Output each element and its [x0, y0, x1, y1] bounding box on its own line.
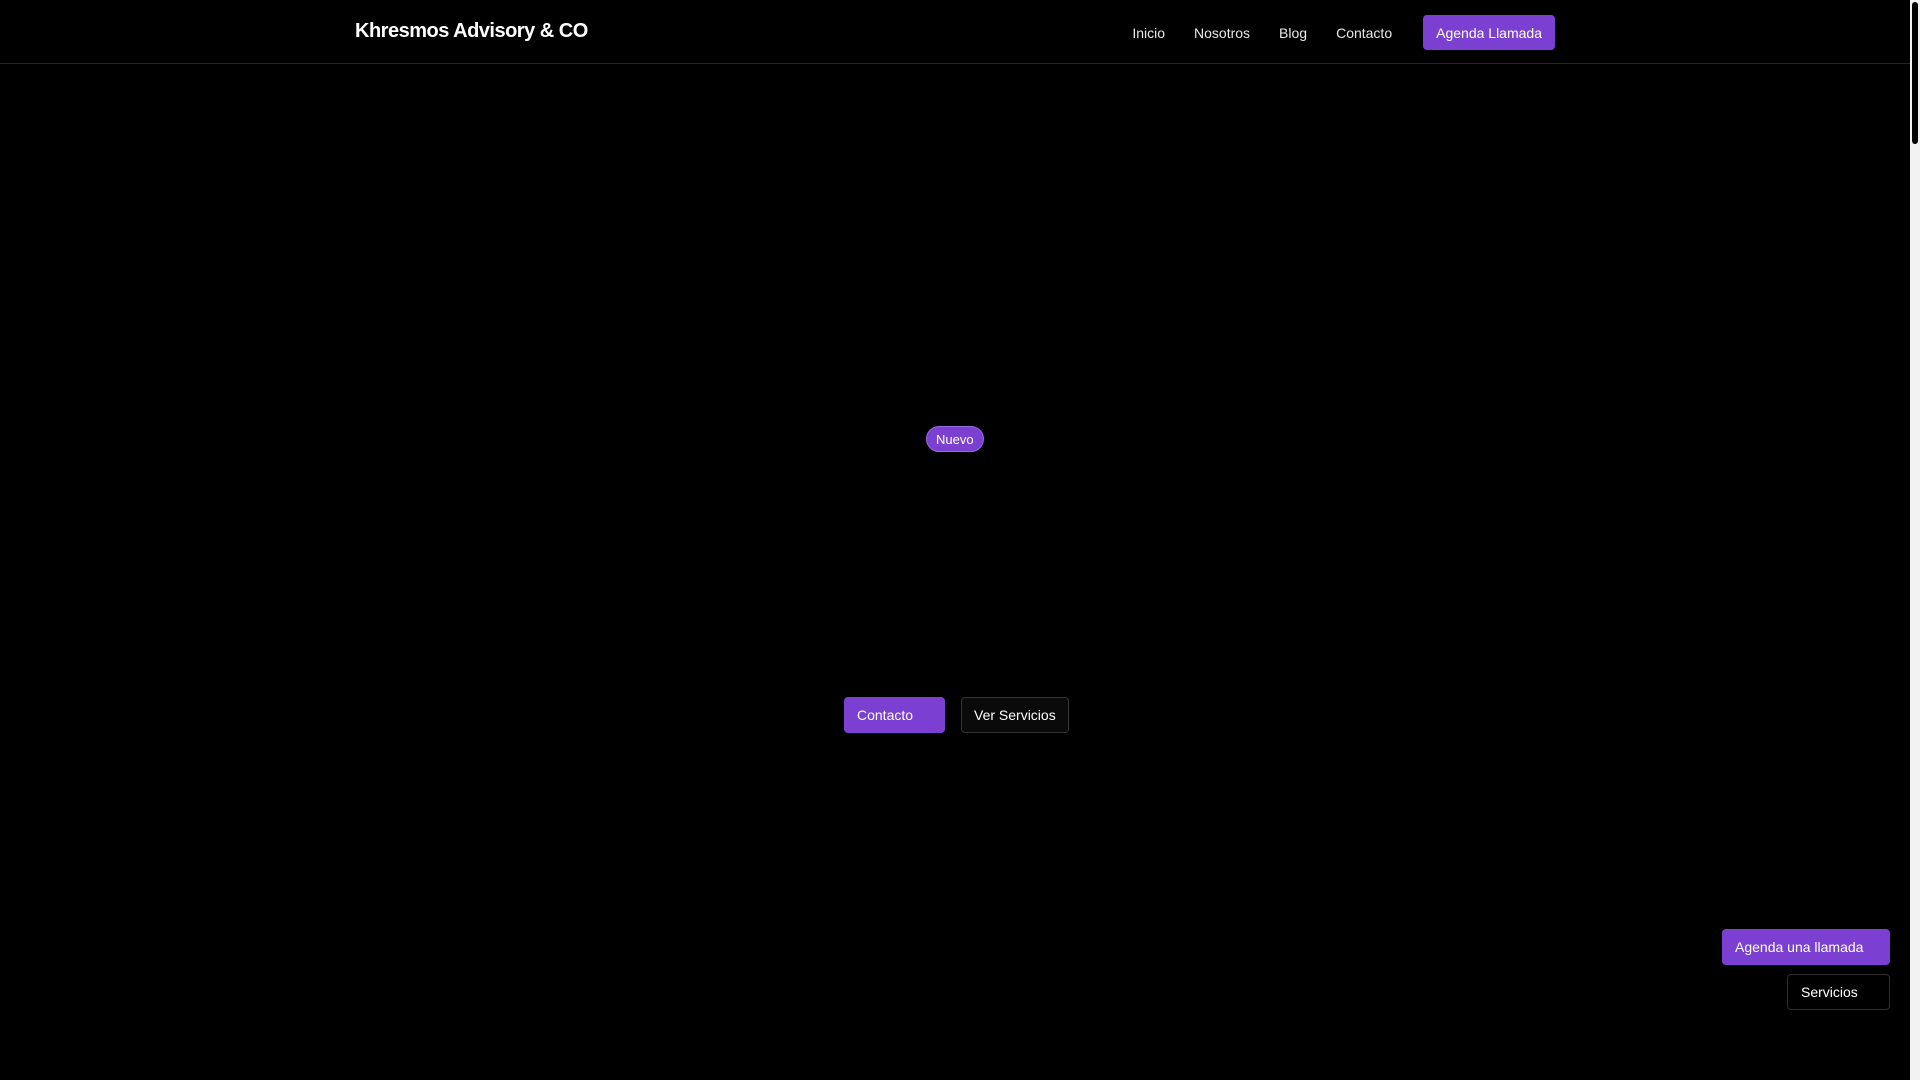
- vertical-scrollbar[interactable]: [1910, 0, 1920, 1080]
- agenda-llamada-button[interactable]: Agenda Llamada: [1423, 15, 1555, 50]
- nav-link-blog[interactable]: Blog: [1279, 25, 1307, 41]
- brand-logo-text[interactable]: Khresmos Advisory & CO: [355, 20, 588, 43]
- agenda-una-llamada-button[interactable]: Agenda una llamada: [1722, 929, 1890, 965]
- scrollbar-thumb[interactable]: [1912, 2, 1918, 144]
- new-badge: Nuevo: [926, 426, 984, 452]
- servicios-button[interactable]: Servicios: [1787, 974, 1890, 1010]
- nav-link-contacto[interactable]: Contacto: [1336, 25, 1392, 41]
- site-header: Khresmos Advisory & CO Inicio Nosotros B…: [0, 0, 1910, 64]
- browser-viewport: Khresmos Advisory & CO Inicio Nosotros B…: [0, 0, 1920, 1080]
- ver-servicios-button[interactable]: Ver Servicios: [961, 697, 1069, 733]
- main-nav: Inicio Nosotros Blog Contacto Agenda Lla…: [1132, 15, 1555, 50]
- nav-link-inicio[interactable]: Inicio: [1132, 25, 1165, 41]
- nav-link-nosotros[interactable]: Nosotros: [1194, 25, 1250, 41]
- hero-button-group: Contacto Ver Servicios: [844, 697, 1069, 733]
- page: Khresmos Advisory & CO Inicio Nosotros B…: [0, 0, 1910, 1080]
- contacto-button[interactable]: Contacto: [844, 697, 945, 733]
